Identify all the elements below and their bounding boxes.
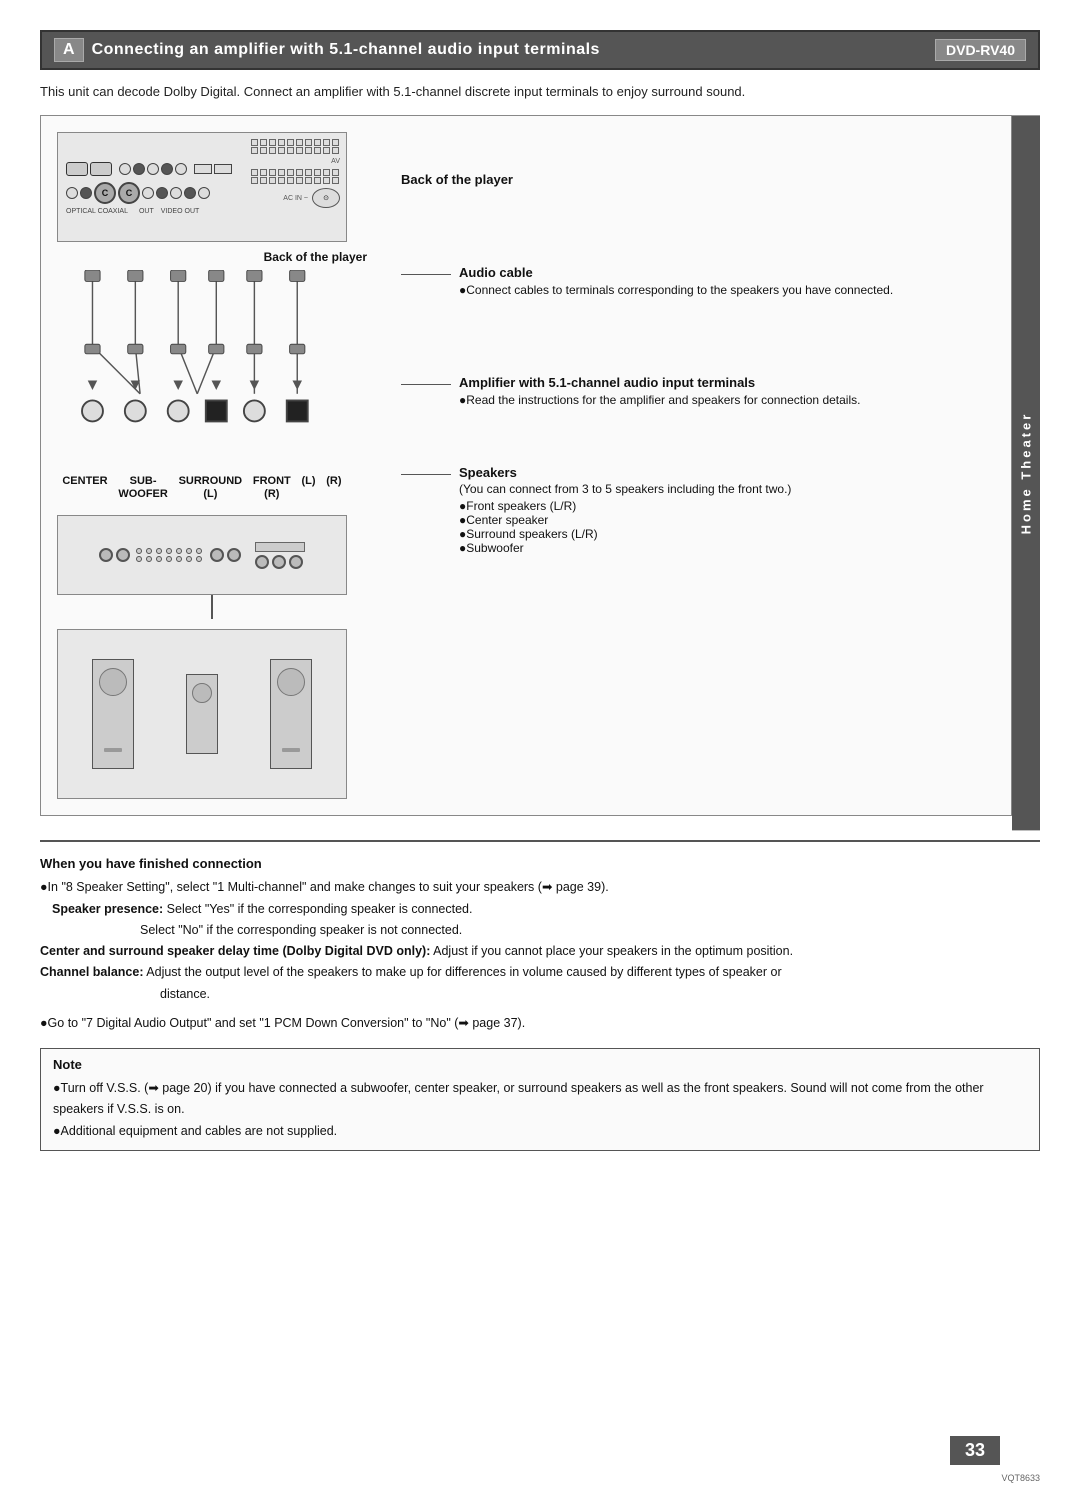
conn-c4 xyxy=(156,187,168,199)
diagram-right: Back of the player Audio cable ●Connect … xyxy=(391,132,995,799)
speakers-title: Speakers xyxy=(459,465,791,480)
amplifier-title: Amplifier with 5.1-channel audio input t… xyxy=(459,375,860,390)
terminal-r-label: (R) xyxy=(326,475,341,488)
terminal-center: CENTER xyxy=(62,475,107,501)
header-banner: A Connecting an amplifier with 5.1-chann… xyxy=(40,30,1040,70)
c-label-2: C xyxy=(118,182,140,204)
player-device-box: C C OPTICAL COAXIAL OUT xyxy=(57,132,347,242)
av-label: AV xyxy=(331,158,340,165)
speakers-bullets: ●Front speakers (L/R) ●Center speaker ●S… xyxy=(459,499,791,555)
speaker-right-tall xyxy=(270,659,312,769)
annotation-speakers: Speakers (You can connect from 3 to 5 sp… xyxy=(401,465,995,555)
section-title: Connecting an amplifier with 5.1-channel… xyxy=(92,41,600,59)
player-label-optical: OPTICAL COAXIAL xyxy=(66,208,128,215)
player-label-video: VIDEO OUT xyxy=(161,208,200,215)
note-bold-speaker-presence: Speaker presence: xyxy=(52,902,163,916)
connector-grid-bottom xyxy=(251,169,340,184)
home-theater-sidebar: Home Theater xyxy=(1012,115,1040,830)
speaker-tall-box-right xyxy=(270,659,312,769)
terminal-l-label: (L) xyxy=(301,475,315,488)
back-of-player-right-label: Back of the player xyxy=(401,172,995,187)
terminal-surround-label: SURROUND(L) xyxy=(179,475,243,501)
note-box-item-1: ●Turn off V.S.S. (➡ page 20) if you have… xyxy=(53,1078,1027,1121)
audio-out-3 xyxy=(147,163,159,175)
speakers-box xyxy=(57,629,347,799)
diagram-main: C C OPTICAL COAXIAL OUT xyxy=(40,115,1012,830)
optical-connector xyxy=(66,162,88,176)
audio-out-5 xyxy=(175,163,187,175)
note-box-title: Note xyxy=(53,1057,1027,1072)
note-item-4: Center and surround speaker delay time (… xyxy=(40,941,1040,962)
audio-out-2 xyxy=(133,163,145,175)
terminal-center-label: CENTER xyxy=(62,475,107,488)
terminal-front: FRONT(R) xyxy=(253,475,291,501)
page-code: VQT8633 xyxy=(1001,1473,1040,1483)
audio-cable-title: Audio cable xyxy=(459,265,893,280)
cables-diagram xyxy=(57,270,347,470)
notes-content: ●In "8 Speaker Setting", select "1 Multi… xyxy=(40,877,1040,1034)
speaker-left-tall xyxy=(92,659,134,769)
section-letter: A xyxy=(54,38,84,62)
terminal-l: (L) xyxy=(301,475,315,501)
terminal-sub: SUB-WOOFER xyxy=(118,475,168,501)
diagram-container: C C OPTICAL COAXIAL OUT xyxy=(40,115,1012,816)
audio-cable-bullet: ●Connect cables to terminals correspondi… xyxy=(459,283,893,297)
audio-out-4 xyxy=(161,163,173,175)
player-label-outputs: OUT xyxy=(139,208,154,215)
diagram-left: C C OPTICAL COAXIAL OUT xyxy=(57,132,367,799)
annotation-audio-cable: Audio cable ●Connect cables to terminals… xyxy=(401,265,995,297)
speaker-short-box xyxy=(186,674,218,754)
video-out-2 xyxy=(214,164,232,174)
model-badge: DVD-RV40 xyxy=(935,39,1026,61)
note-item-6: ●Go to "7 Digital Audio Output" and set … xyxy=(40,1013,1040,1034)
connector-grid-top xyxy=(251,139,340,154)
page-number-block: 33 VQT8633 xyxy=(1001,1471,1040,1483)
note-item-1: ●In "8 Speaker Setting", select "1 Multi… xyxy=(40,877,1040,898)
terminal-sub-label: SUB-WOOFER xyxy=(118,475,168,501)
conn-c3 xyxy=(142,187,154,199)
note-item-3-indent: Select "No" if the corresponding speaker… xyxy=(40,920,1040,941)
speaker-tall-box-left xyxy=(92,659,134,769)
terminal-r: (R) xyxy=(326,475,341,501)
terminals-labels-row: CENTER SUB-WOOFER SURROUND(L) FRONT(R) ( xyxy=(57,475,347,501)
diagram-wrapper: C C OPTICAL COAXIAL OUT xyxy=(40,115,1040,830)
speaker-center-short xyxy=(186,674,218,754)
annotation-amplifier: Amplifier with 5.1-channel audio input t… xyxy=(401,375,995,407)
note-box-item-2: ●Additional equipment and cables are not… xyxy=(53,1121,1027,1142)
amp-to-speaker-line xyxy=(57,595,367,619)
terminal-surround: SURROUND(L) xyxy=(179,475,243,501)
amplifier-box xyxy=(57,515,347,595)
speakers-intro: (You can connect from 3 to 5 speakers in… xyxy=(459,482,791,496)
notes-title: When you have finished connection xyxy=(40,856,1040,871)
audio-out-1 xyxy=(119,163,131,175)
back-of-player-label: Back of the player xyxy=(57,250,367,264)
coax-connector xyxy=(90,162,112,176)
note-item-5: Channel balance: Adjust the output level… xyxy=(40,962,1040,983)
conn-c2 xyxy=(80,187,92,199)
terminal-front-label: FRONT(R) xyxy=(253,475,291,501)
page: A Connecting an amplifier with 5.1-chann… xyxy=(0,0,1080,1507)
ac-in-connector: ⊙ xyxy=(312,188,340,208)
page-number: 33 xyxy=(950,1436,1000,1465)
conn-c6 xyxy=(184,187,196,199)
ac-in-group: AC IN ~ ⊙ xyxy=(283,188,340,208)
c-label: C xyxy=(94,182,116,204)
note-box-content: ●Turn off V.S.S. (➡ page 20) if you have… xyxy=(53,1078,1027,1142)
notes-section: When you have finished connection ●In "8… xyxy=(40,840,1040,1034)
conn-c7 xyxy=(198,187,210,199)
note-item-2: Speaker presence: Select "Yes" if the co… xyxy=(40,899,1040,920)
conn-c1 xyxy=(66,187,78,199)
conn-c5 xyxy=(170,187,182,199)
note-item-5-cont: distance. xyxy=(40,984,1040,1005)
video-out-1 xyxy=(194,164,212,174)
amplifier-bullet: ●Read the instructions for the amplifier… xyxy=(459,393,860,407)
note-box: Note ●Turn off V.S.S. (➡ page 20) if you… xyxy=(40,1048,1040,1151)
intro-text: This unit can decode Dolby Digital. Conn… xyxy=(40,84,1040,99)
